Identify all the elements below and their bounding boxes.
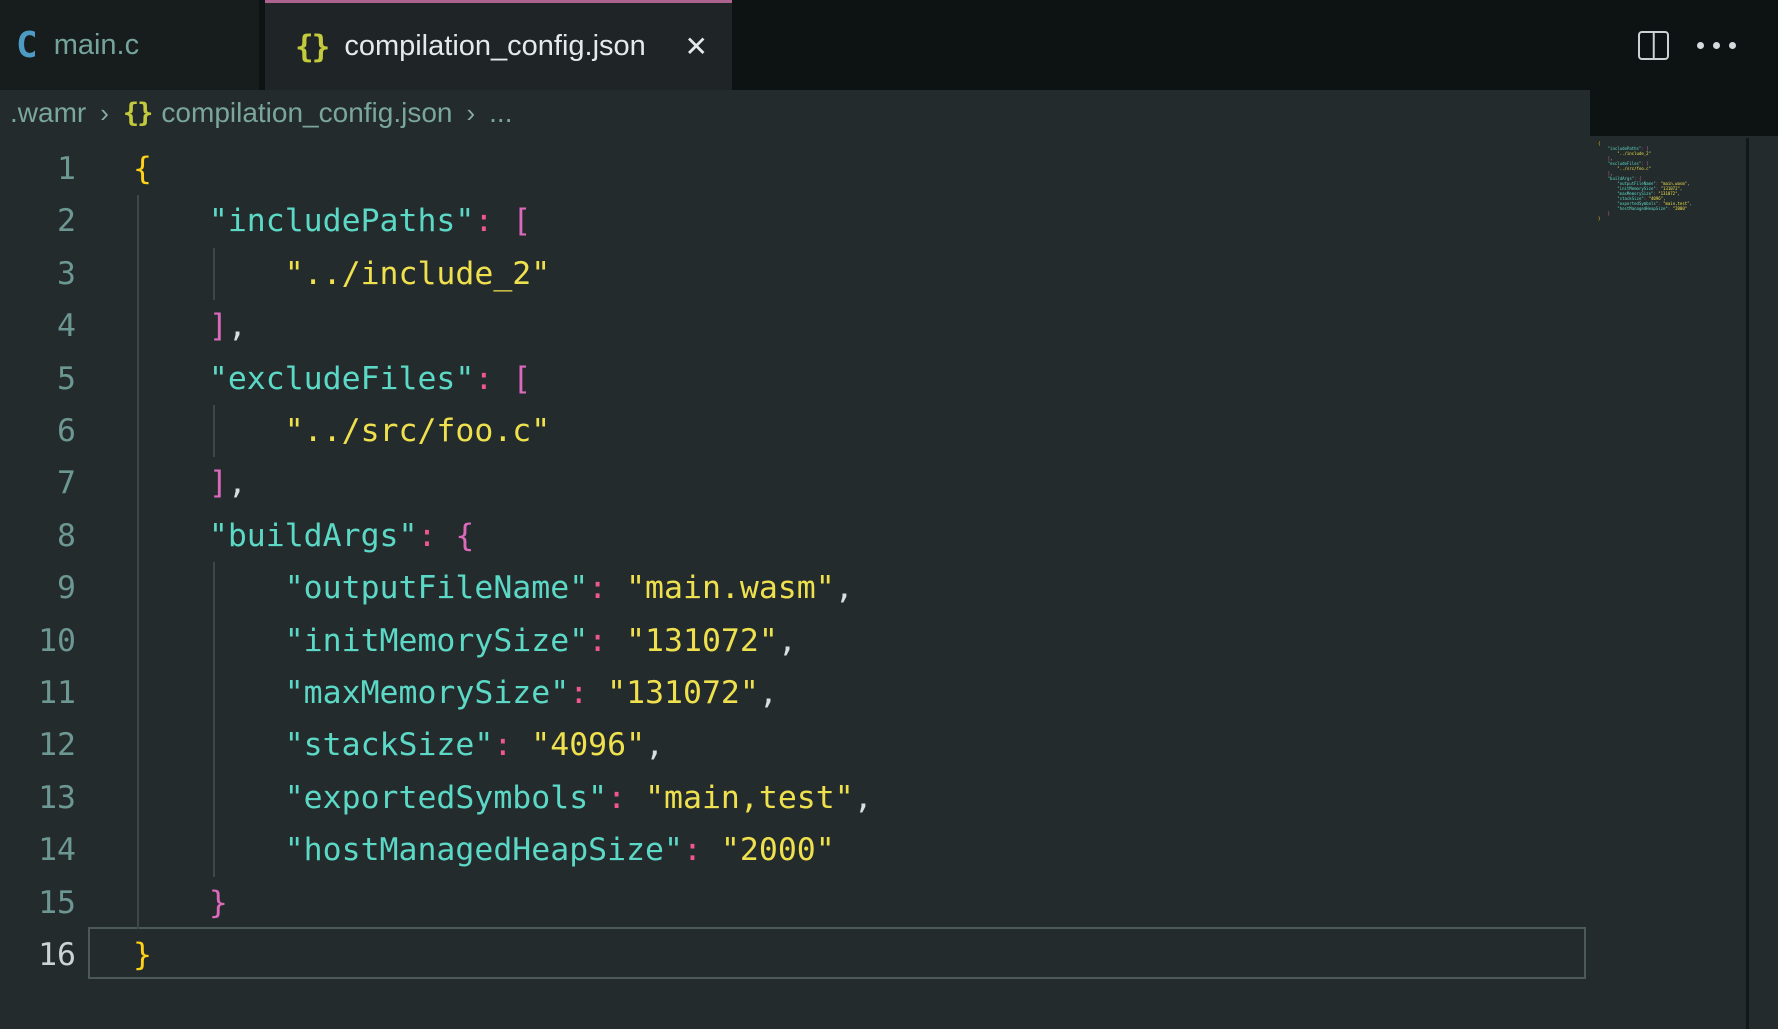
tab-label: compilation_config.json [344,30,645,63]
code-text: ], [133,457,247,509]
tab-main-c[interactable]: C main.c [0,0,262,90]
line-number[interactable]: 15 [0,877,76,929]
code-line[interactable]: 5 "excludeFiles": [ [0,353,1778,405]
line-number[interactable]: 4 [0,300,76,352]
code-text: "hostManagedHeapSize": "2000" [133,824,835,876]
code-line[interactable]: 16} [0,929,1778,981]
code-line[interactable]: 6 "../src/foo.c" [0,405,1778,457]
breadcrumb-item-symbol[interactable]: ... [489,97,512,129]
code-line[interactable]: 3 "../include_2" [0,248,1778,300]
json-braces-icon: {} [123,98,152,129]
c-file-icon: C [16,25,38,66]
code-text: "includePaths": [ [133,195,531,247]
breadcrumb: .wamr › {} compilation_config.json › ... [0,90,1590,136]
line-number[interactable]: 10 [0,615,76,667]
code-line[interactable]: 9 "outputFileName": "main.wasm", [0,562,1778,614]
line-number[interactable]: 2 [0,195,76,247]
more-actions-icon[interactable] [1697,42,1736,49]
code-line[interactable]: 10 "initMemorySize": "131072", [0,615,1778,667]
code-text: "stackSize": "4096", [133,719,664,771]
breadcrumb-item-file[interactable]: compilation_config.json [161,97,452,129]
chevron-right-icon: › [100,98,109,129]
code-line[interactable]: 2 "includePaths": [ [0,195,1778,247]
line-number[interactable]: 9 [0,562,76,614]
code-text: "../include_2" [133,248,550,300]
code-text: "../src/foo.c" [133,405,550,457]
minimap[interactable]: { "includePaths": [ "../include_2" ], "e… [1590,138,1746,1029]
code-text: } [133,929,152,981]
code-editor[interactable]: 1{2 "includePaths": [3 "../include_2"4 ]… [0,136,1778,1029]
code-line[interactable]: 14 "hostManagedHeapSize": "2000" [0,824,1778,876]
tab-close-icon[interactable]: ✕ [685,33,708,61]
code-text: { [133,143,152,195]
code-text: "maxMemorySize": "131072", [133,667,778,719]
line-number[interactable]: 1 [0,143,76,195]
chevron-right-icon: › [466,98,475,129]
code-line[interactable]: 11 "maxMemorySize": "131072", [0,667,1778,719]
code-line[interactable]: 8 "buildArgs": { [0,510,1778,562]
code-line[interactable]: 13 "exportedSymbols": "main,test", [0,772,1778,824]
code-line[interactable]: 12 "stackSize": "4096", [0,719,1778,771]
line-number[interactable]: 11 [0,667,76,719]
json-braces-icon: {} [295,29,328,65]
code-line[interactable]: 1{ [0,143,1778,195]
code-text: "buildArgs": { [133,510,474,562]
code-text: } [133,877,228,929]
tab-label: main.c [54,29,139,62]
line-number[interactable]: 8 [0,510,76,562]
code-text: "outputFileName": "main.wasm", [133,562,854,614]
minimap-content: { "includePaths": [ "../include_2" ], "e… [1598,141,1692,221]
line-number[interactable]: 7 [0,457,76,509]
code-text: "excludeFiles": [ [133,353,531,405]
line-number[interactable]: 14 [0,824,76,876]
code-text: "exportedSymbols": "main,test", [133,772,873,824]
line-number[interactable]: 3 [0,248,76,300]
code-text: ], [133,300,247,352]
code-line[interactable]: 4 ], [0,300,1778,352]
code-line[interactable]: 15 } [0,877,1778,929]
line-number[interactable]: 16 [0,929,76,981]
minimap-right-border [1746,138,1749,1029]
line-number[interactable]: 13 [0,772,76,824]
line-number[interactable]: 5 [0,353,76,405]
line-number[interactable]: 12 [0,719,76,771]
breadcrumb-item-wamr[interactable]: .wamr [10,97,86,129]
line-number[interactable]: 6 [0,405,76,457]
split-editor-icon[interactable] [1638,31,1669,60]
tab-compilation-config-json[interactable]: {} compilation_config.json ✕ [265,0,732,90]
code-text: "initMemorySize": "131072", [133,615,797,667]
editor-tab-bar: C main.c {} compilation_config.json ✕ [0,0,1778,90]
editor-actions [1578,0,1778,90]
tabbar-overflow-area [1590,90,1778,138]
code-line[interactable]: 7 ], [0,457,1778,509]
